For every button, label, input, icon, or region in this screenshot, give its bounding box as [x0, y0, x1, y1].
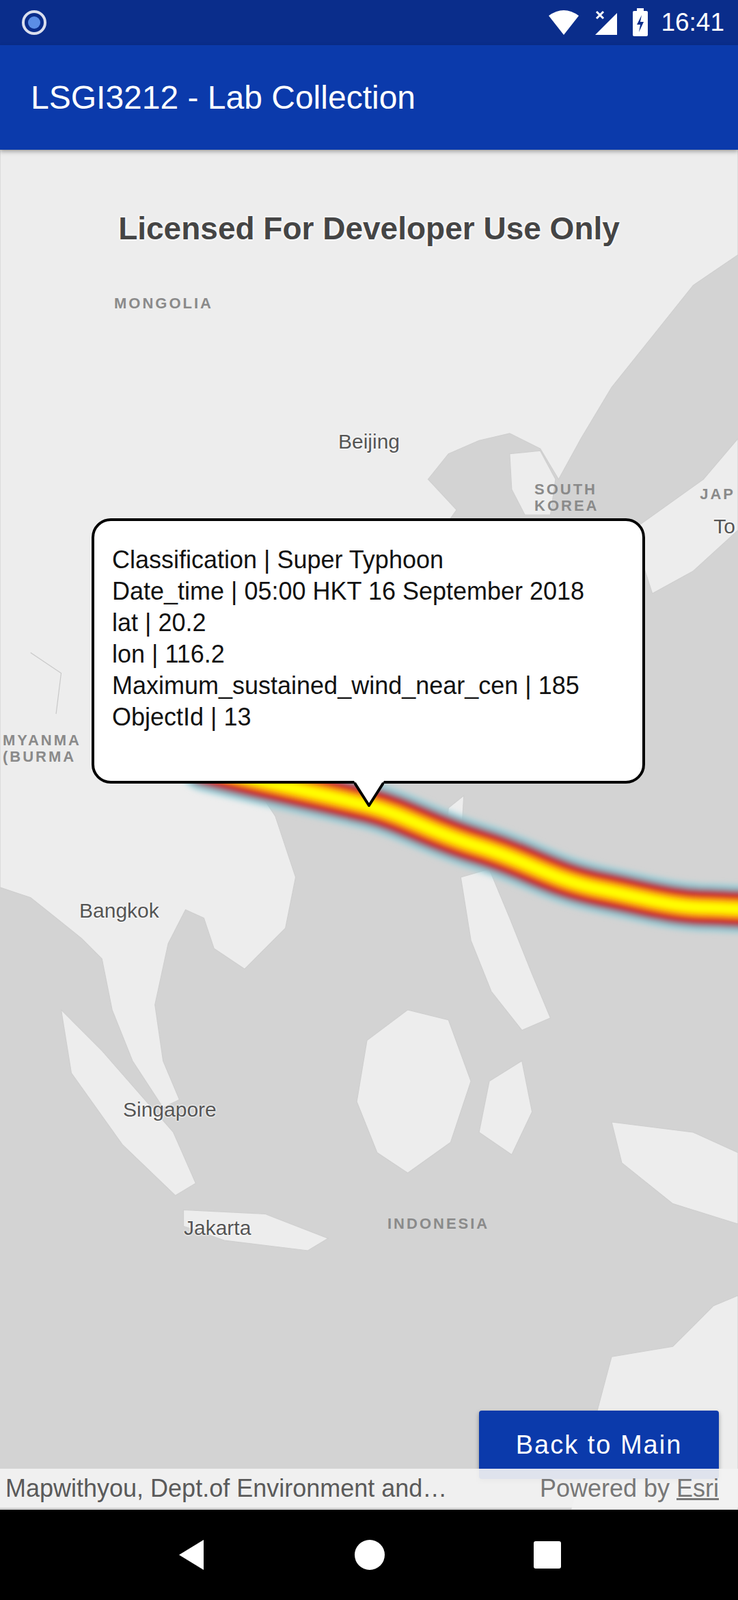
attribution-credits: Mapwithyou, Dept.of Environment and…: [5, 1473, 524, 1502]
app-bar: LSGI3212 - Lab Collection: [0, 45, 738, 150]
separator: |: [144, 608, 152, 637]
callout-pointer-icon: [353, 780, 385, 807]
attribute-row: lon|116.2: [112, 638, 622, 670]
recents-icon[interactable]: [533, 1539, 562, 1569]
map-label: MONGOLIA: [114, 295, 214, 312]
attribute-key: lat: [112, 608, 139, 637]
watermark: Licensed For Developer Use Only: [0, 209, 738, 247]
attribute-value: Super Typhoon: [276, 545, 444, 574]
powered-by-text: Powered by: [539, 1473, 670, 1502]
callout-box: Classification|Super TyphoonDate_time|05…: [91, 517, 646, 784]
map-label: Bangkok: [79, 898, 160, 922]
map-label: Jakarta: [183, 1215, 251, 1239]
attribution-bar: Mapwithyou, Dept.of Environment and… Powe…: [0, 1467, 738, 1507]
signal-icon: [592, 8, 620, 37]
status-time: 16:41: [660, 8, 725, 37]
attribute-key: Maximum_sustained_wind_near_cen: [112, 671, 518, 700]
attribute-key: Classification: [112, 545, 257, 574]
separator: |: [151, 639, 158, 668]
separator: |: [263, 545, 270, 574]
attribute-value: 13: [223, 702, 251, 731]
attribute-row: Classification|Super Typhoon: [112, 543, 622, 576]
attribute-value: 185: [538, 671, 580, 700]
attribute-key: lon: [112, 639, 145, 668]
attribute-value: 116.2: [164, 639, 225, 668]
separator: |: [210, 702, 217, 731]
attribute-row: Maximum_sustained_wind_near_cen|185: [112, 669, 622, 702]
map-label: To: [713, 514, 736, 538]
attribute-value: 20.2: [157, 608, 206, 637]
attribute-value: 05:00 HKT 16 September 2018: [243, 576, 585, 605]
separator: |: [524, 671, 531, 700]
notification-icon: [20, 8, 48, 37]
home-icon[interactable]: [353, 1537, 387, 1571]
attribute-key: ObjectId: [112, 702, 204, 731]
back-icon[interactable]: [176, 1537, 207, 1571]
basemap: [0, 149, 738, 1509]
esri-link[interactable]: Esri: [676, 1473, 719, 1502]
status-bar: 16:41: [0, 0, 738, 46]
map-label: Beijing: [338, 429, 400, 453]
map-view[interactable]: MONGOLIA Beijing SOUTH KOREA JAP To MYANMA (B…: [0, 149, 738, 1509]
attribute-key: Date_time: [112, 576, 225, 605]
map-label: JAP: [699, 485, 736, 503]
attribute-row: Date_time|05:00 HKT 16 September 2018: [112, 575, 622, 607]
map-label: INDONESIA: [387, 1214, 490, 1232]
navigation-bar: [0, 1508, 738, 1599]
map-label: Singapore: [123, 1097, 217, 1120]
map-label: MYANMA (BURMA: [2, 731, 81, 765]
map-label: SOUTH KOREA: [534, 481, 599, 514]
app-title: LSGI3212 - Lab Collection: [30, 78, 416, 117]
attribute-row: ObjectId|13: [112, 701, 622, 733]
attribute-row: lat|20.2: [112, 606, 622, 639]
wifi-icon: [547, 8, 581, 37]
powered-by: Powered byEsri: [539, 1473, 719, 1502]
separator: |: [230, 576, 238, 605]
popup-callout: Classification|Super TyphoonDate_time|05…: [91, 517, 646, 807]
battery-icon: [632, 8, 649, 37]
